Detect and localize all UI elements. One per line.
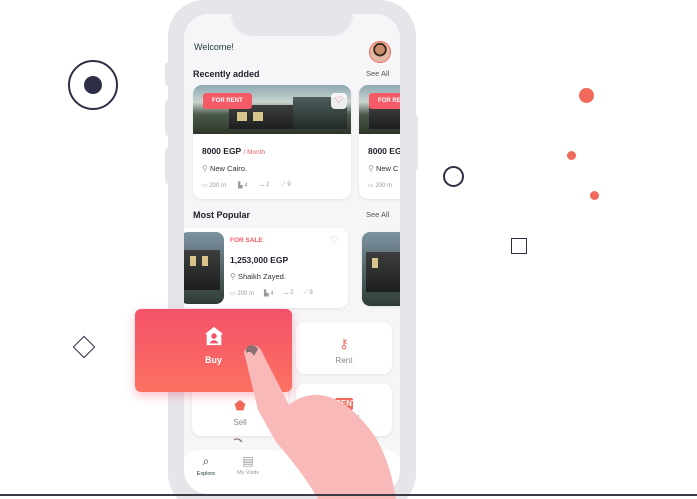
app-screen: Welcome! Recently added See All FOR RENT… [184,14,400,494]
property-location: ⚲ New C [368,164,399,173]
baths-spec: ⌴ 2 [259,182,270,188]
property-location: ⚲ Shaikh Zayed. [230,272,286,281]
beds-spec: ▙ 4 [264,291,274,297]
property-price: 1,253,000 EGP [230,255,289,265]
coral-dot-decoration [590,191,599,200]
most-popular-title: Most Popular [193,210,251,220]
most-popular-see-all-link[interactable]: See All [366,210,389,219]
rent-category-tile[interactable]: ⚷ Rent [296,322,392,374]
key-icon: ⚷ [339,336,349,351]
property-specs: ▭ 200 m [368,182,392,189]
ground-line [0,494,697,496]
property-photo [184,232,224,304]
property-specs: ▭ 200 m ▙ 4 ⌴ 2 ⟋ 9 [230,290,313,297]
rent-label: Rent [335,356,353,365]
location-pin-icon: ⚲ [202,164,208,173]
nav-item-my-visits[interactable]: ▤ My Visits [228,454,268,476]
property-price: 8000 EGP / Month [202,146,266,156]
rental-label: ital [348,414,360,423]
nav-item-explore[interactable]: ⌕ Explore [186,454,226,477]
popular-property-card[interactable] [362,232,400,306]
popular-property-card[interactable]: FOR SALE ♡ 1,253,000 EGP ⚲ Shaikh Zayed.… [184,228,348,308]
grid-icon: ▦ [374,454,386,468]
rooms-spec: ⟋ 9 [281,182,291,188]
for-rent-tag: FOR RE [369,93,400,109]
area-spec: ▭ 200 m [202,183,227,189]
for-sale-tag: FOR SALE [230,237,263,244]
coral-dot-decoration [579,88,594,103]
buy-label: Buy [204,355,222,365]
rental-category-tile[interactable]: RENT ital [296,384,392,436]
area-spec: ▭ 200 m [230,291,255,297]
small-ring-decoration [443,166,464,187]
welcome-text: Welcome! [194,42,234,52]
property-specs: ▭ 200 m ▙ 4 ⌴ 2 ⟋ 9 [202,182,291,189]
rent-sign-icon: RENT [335,398,357,410]
location-pin-icon: ⚲ [230,272,236,281]
coral-dot-decoration [567,151,576,160]
baths-spec: ⌴ 2 [283,290,294,296]
nav-item-more[interactable]: ▦ re [360,454,400,476]
property-location: ⚲ New Cairo. [202,164,248,173]
recently-added-see-all-link[interactable]: See All [366,69,389,78]
price-tag-icon: ⬟ [234,398,246,413]
phone-notch [231,0,353,36]
location-pin-icon: ⚲ [368,164,374,173]
illustration-stage: Welcome! Recently added See All FOR RENT… [0,0,697,499]
recently-added-title: Recently added [193,69,260,79]
square-decoration [511,238,527,254]
diamond-decoration [72,335,96,359]
heart-icon[interactable]: ♡ [326,233,342,249]
property-card[interactable]: FOR RE 8000 EG ⚲ New C ▭ 200 m [359,85,400,199]
heart-icon[interactable]: ♡ [331,93,347,109]
price-period: / Month [243,149,266,156]
rooms-spec: ⟋ 9 [303,290,313,296]
property-photo [362,232,400,306]
sell-label: Sell [233,418,247,427]
property-card[interactable]: FOR RENT ♡ 8000 EGP / Month ⚲ New Cairo.… [193,85,351,199]
avatar[interactable] [369,41,391,63]
home-person-icon [204,326,223,346]
calendar-icon: ▤ [242,454,254,468]
ring-dot-decoration [68,60,118,110]
property-price: 8000 EG [368,146,400,156]
area-spec: ▭ 200 m [368,183,393,189]
beds-spec: ▙ 4 [238,183,248,189]
for-rent-tag: FOR RENT [203,93,252,109]
buy-category-button[interactable]: Buy [135,309,292,392]
search-icon: ⌕ [202,454,210,468]
